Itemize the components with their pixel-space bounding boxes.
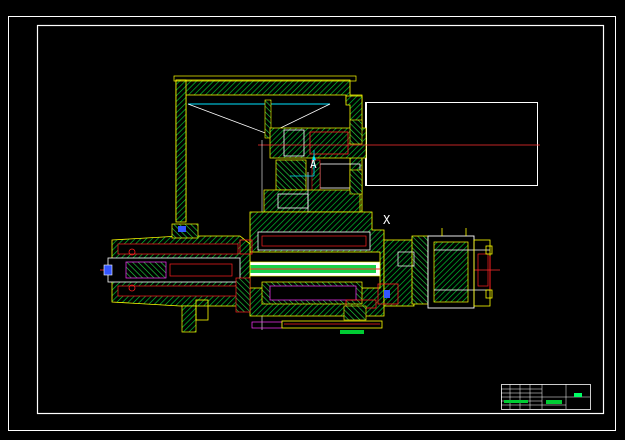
title-block [501,384,591,410]
spindle-housing [239,211,385,317]
cad-drawing-sheet: A X [8,16,616,431]
motor-housing [366,102,538,186]
axis-label-x: X [383,213,391,227]
cylinder-assembly [377,228,493,309]
section-label-a: A [310,158,317,171]
spindle-nose [103,223,253,333]
